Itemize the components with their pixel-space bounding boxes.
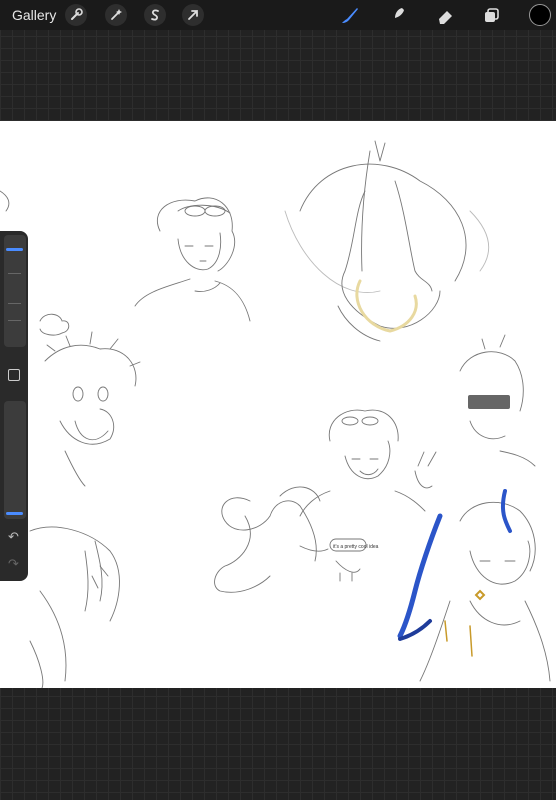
opacity-slider[interactable] <box>4 401 26 519</box>
drawing-canvas[interactable]: it's a pretty cool idea <box>0 121 556 688</box>
slider-tick <box>8 273 21 274</box>
layers-icon[interactable] <box>481 4 503 26</box>
wrench-icon[interactable] <box>65 4 87 26</box>
slider-tick <box>8 303 21 304</box>
sketch-note-text: it's a pretty cool idea <box>333 544 379 550</box>
gallery-button[interactable]: Gallery <box>12 7 56 23</box>
brush-size-thumb[interactable] <box>6 248 23 252</box>
opacity-thumb[interactable] <box>6 511 23 515</box>
brush-size-slider[interactable] <box>4 235 26 347</box>
brush-icon[interactable] <box>338 4 360 26</box>
cursor-arrow-icon[interactable] <box>182 4 204 26</box>
magic-wand-icon[interactable] <box>105 4 127 26</box>
slider-tick <box>8 320 21 321</box>
selection-s-icon[interactable] <box>144 4 166 26</box>
smudge-icon[interactable] <box>386 4 408 26</box>
sketch-artwork: it's a pretty cool idea <box>0 140 551 688</box>
square-icon[interactable] <box>8 369 20 381</box>
top-toolbar: Gallery <box>0 0 556 30</box>
undo-arrow-icon[interactable]: ↶ <box>8 530 19 543</box>
redo-arrow-icon[interactable]: ↷ <box>8 557 19 570</box>
eraser-icon[interactable] <box>434 4 456 26</box>
color-picker-button[interactable] <box>529 4 551 26</box>
brush-sidebar: ↶ ↷ <box>0 231 28 581</box>
